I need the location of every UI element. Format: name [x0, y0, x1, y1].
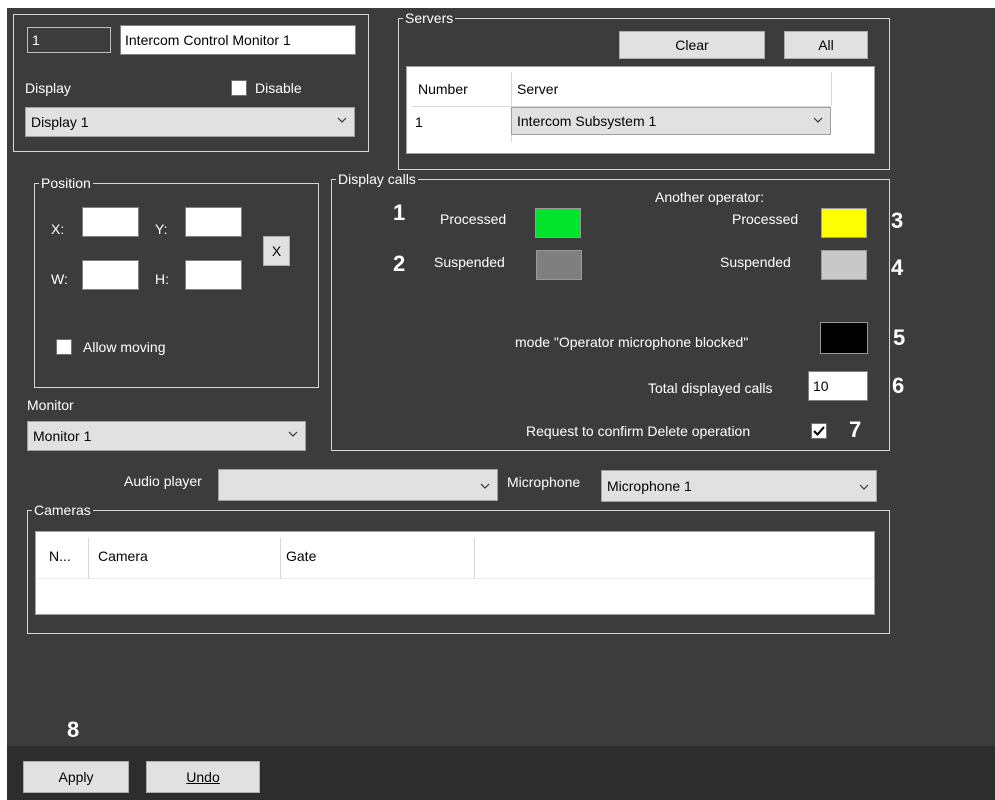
disable-checkbox[interactable] — [231, 80, 247, 96]
display-select[interactable]: Display 1 — [25, 107, 355, 137]
w-input[interactable] — [82, 260, 139, 290]
other-processed-color-swatch[interactable] — [821, 208, 867, 238]
microphone-value: Microphone 1 — [607, 478, 692, 494]
chevron-down-icon — [813, 115, 823, 124]
y-input[interactable] — [185, 207, 242, 237]
display-calls-legend: Display calls — [336, 170, 418, 188]
chevron-down-icon — [859, 482, 869, 491]
cameras-table: N... Camera Gate — [35, 531, 875, 615]
callout-6: 6 — [892, 373, 905, 398]
monitor-select[interactable]: Monitor 1 — [27, 421, 306, 451]
h-input[interactable] — [185, 260, 242, 290]
display-label: Display — [25, 80, 71, 96]
position-legend: Position — [39, 174, 93, 192]
processed-label: Processed — [440, 211, 507, 227]
callout-8: 8 — [67, 717, 80, 742]
settings-panel: 1 Intercom Control Monitor 1 Display Dis… — [7, 8, 995, 800]
callout-1: 1 — [393, 200, 406, 225]
total-calls-input[interactable]: 10 — [808, 371, 868, 401]
mic-blocked-label: mode "Operator microphone blocked" — [515, 334, 749, 350]
allow-moving-label: Allow moving — [83, 339, 166, 355]
servers-col-number: Number — [418, 81, 468, 97]
callout-7: 7 — [849, 417, 862, 442]
x-label: X: — [51, 221, 65, 237]
servers-legend: Servers — [403, 9, 456, 27]
y-label: Y: — [155, 221, 168, 237]
monitor-select-value: Monitor 1 — [33, 428, 92, 444]
processed-color-swatch[interactable] — [535, 208, 581, 238]
chevron-down-icon — [480, 481, 490, 490]
cameras-col-number: N... — [49, 548, 71, 564]
checkmark-icon — [813, 426, 825, 436]
other-processed-label: Processed — [732, 211, 799, 227]
server-row-value: Intercom Subsystem 1 — [517, 113, 657, 129]
cameras-col-gate: Gate — [286, 548, 317, 564]
server-row-number: 1 — [415, 114, 423, 130]
object-id-field[interactable]: 1 — [27, 27, 111, 53]
x-input[interactable] — [82, 207, 139, 237]
another-operator-label: Another operator: — [655, 189, 764, 205]
h-label: H: — [155, 271, 169, 287]
monitor-label: Monitor — [27, 397, 74, 413]
other-suspended-label: Suspended — [720, 254, 791, 270]
audio-player-select[interactable] — [218, 469, 498, 501]
reset-position-button[interactable]: X — [263, 236, 290, 266]
server-row-select[interactable]: Intercom Subsystem 1 — [511, 107, 831, 135]
callout-5: 5 — [893, 325, 906, 350]
cameras-legend: Cameras — [32, 501, 93, 519]
confirm-delete-checkbox[interactable] — [811, 423, 827, 439]
chevron-down-icon — [288, 429, 298, 438]
servers-col-server: Server — [517, 81, 559, 97]
undo-button[interactable]: Undo — [146, 761, 260, 793]
callout-3: 3 — [891, 208, 904, 233]
servers-table: Number Server 1 Intercom Subsystem 1 — [406, 66, 875, 154]
chevron-down-icon — [337, 115, 347, 124]
disable-label: Disable — [255, 80, 302, 96]
display-calls-group: Display calls — [331, 170, 890, 451]
display-select-value: Display 1 — [31, 114, 89, 130]
clear-servers-button[interactable]: Clear — [619, 31, 765, 59]
w-label: W: — [51, 271, 68, 287]
window-top-strip — [0, 0, 995, 8]
apply-button[interactable]: Apply — [23, 761, 129, 793]
microphone-select[interactable]: Microphone 1 — [601, 470, 877, 502]
microphone-label: Microphone — [507, 474, 581, 490]
bottom-button-bar: Apply Undo — [7, 746, 995, 800]
confirm-delete-label: Request to confirm Delete operation — [526, 423, 751, 439]
mic-blocked-color-swatch[interactable] — [820, 322, 868, 354]
all-servers-button[interactable]: All — [784, 31, 868, 59]
audio-player-label: Audio player — [124, 473, 202, 489]
cameras-col-camera: Camera — [98, 548, 148, 564]
suspended-label: Suspended — [434, 254, 505, 270]
suspended-color-swatch[interactable] — [536, 250, 582, 280]
total-calls-label: Total displayed calls — [648, 380, 773, 396]
object-name-field[interactable]: Intercom Control Monitor 1 — [120, 25, 356, 55]
callout-4: 4 — [891, 255, 904, 280]
other-suspended-color-swatch[interactable] — [821, 250, 867, 280]
allow-moving-checkbox[interactable] — [56, 339, 72, 355]
position-group: Position — [34, 174, 319, 388]
callout-2: 2 — [393, 251, 406, 276]
